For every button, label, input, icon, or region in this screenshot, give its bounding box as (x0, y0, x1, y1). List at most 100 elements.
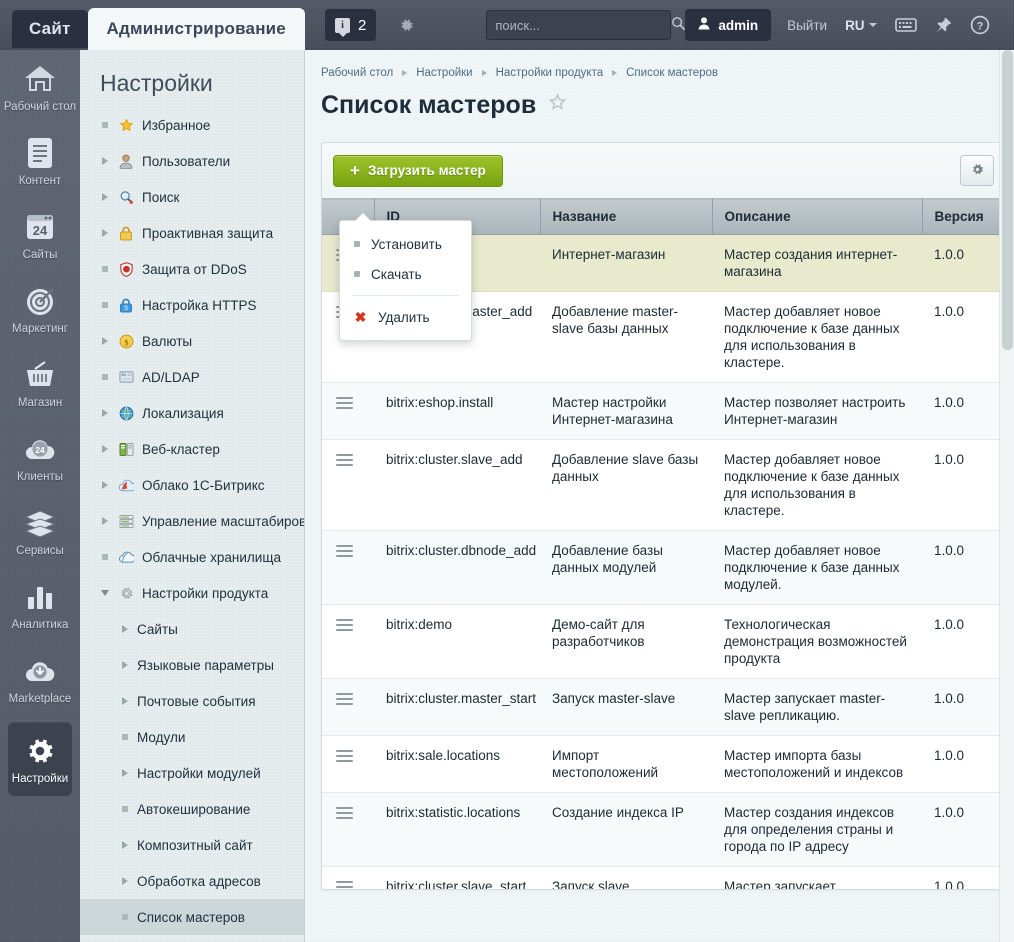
hamburger-menu-icon[interactable] (335, 542, 353, 560)
table-row[interactable]: bitrix:cluster.master_start Запуск master… (322, 678, 1005, 736)
chevron-right-icon[interactable] (100, 517, 110, 525)
hamburger-menu-icon[interactable] (335, 747, 353, 765)
keyboard-icon[interactable] (894, 17, 917, 33)
sidebar-item-18[interactable]: Настройки модулей (80, 755, 304, 791)
sidebar-item-10[interactable]: Облако 1С-Битрикс (80, 467, 304, 503)
chevron-right-icon[interactable] (100, 193, 110, 201)
hamburger-menu-icon[interactable] (335, 804, 353, 822)
sidebar-item-2[interactable]: Поиск (80, 179, 304, 215)
breadcrumb-item[interactable]: Рабочий стол (321, 67, 393, 79)
rail-item-marketing[interactable]: Маркетинг (0, 272, 80, 346)
sidebar-item-3[interactable]: Проактивная защита (80, 215, 304, 251)
page-scrollbar[interactable] (999, 50, 1014, 942)
breadcrumb-item[interactable]: Список мастеров (626, 67, 718, 79)
sidebar-item-14[interactable]: Сайты (80, 611, 304, 647)
sidebar-item-16[interactable]: Почтовые события (80, 683, 304, 719)
tab-administration[interactable]: Администрирование (87, 8, 305, 50)
hamburger-menu-icon[interactable] (335, 690, 353, 708)
table-col-name[interactable]: Название (540, 198, 713, 235)
sidebar-item-9[interactable]: Веб-кластер (80, 431, 304, 467)
sidebar-item-12[interactable]: Облачные хранилища (80, 539, 304, 575)
table-row[interactable]: bitrix:cluster.dbnode_add Добавление базы… (322, 530, 1005, 605)
chevron-right-icon[interactable] (120, 625, 130, 633)
search-input[interactable] (495, 17, 672, 33)
row-actions-cell[interactable] (322, 735, 374, 793)
row-actions-cell[interactable] (322, 604, 374, 679)
bullet-icon[interactable] (100, 302, 110, 308)
row-actions-cell[interactable] (322, 530, 374, 605)
rail-item-desktop[interactable]: Рабочий стол (0, 50, 80, 124)
row-actions-cell[interactable] (322, 792, 374, 867)
chevron-right-icon[interactable] (120, 769, 130, 777)
row-actions-cell[interactable] (322, 678, 374, 736)
context-menu-item-download[interactable]: Скачать (340, 259, 471, 289)
chevron-right-icon[interactable] (100, 337, 110, 345)
header-gear-icon[interactable] (396, 15, 416, 35)
chevron-right-icon[interactable] (120, 841, 130, 849)
hamburger-menu-icon[interactable] (335, 878, 353, 889)
chevron-right-icon[interactable] (100, 481, 110, 489)
language-selector[interactable]: RU (845, 18, 877, 33)
rail-item-content[interactable]: Контент (0, 124, 80, 198)
breadcrumb-item[interactable]: Настройки (416, 67, 472, 79)
sidebar-item-13[interactable]: Настройки продукта (80, 575, 304, 611)
tab-site[interactable]: Сайт (12, 10, 88, 48)
chevron-right-icon[interactable] (100, 157, 110, 165)
hamburger-menu-icon[interactable] (335, 616, 353, 634)
rail-item-settings[interactable]: Настройки (8, 722, 72, 796)
chevron-right-icon[interactable] (120, 877, 130, 885)
sidebar-item-4[interactable]: Защита от DDoS (80, 251, 304, 287)
table-row[interactable]: bitrix:cluster.slave_start Запуск slave Ма… (322, 866, 1005, 889)
bullet-icon[interactable] (100, 266, 110, 272)
row-actions-cell[interactable] (322, 866, 374, 889)
table-row[interactable]: bitrix:sale.locations Импорт местоположен… (322, 735, 1005, 793)
hamburger-menu-icon[interactable] (335, 394, 353, 412)
table-row[interactable]: bitrix:cluster.slave_add Добавление slave… (322, 439, 1005, 531)
sidebar-item-19[interactable]: Автокеширование (80, 791, 304, 827)
context-menu-item-delete[interactable]: ✖ Удалить (340, 302, 471, 332)
rail-item-services[interactable]: Сервисы (0, 494, 80, 568)
sidebar-item-1[interactable]: Пользователи (80, 143, 304, 179)
panel-settings-button[interactable] (960, 155, 994, 186)
star-outline-icon[interactable] (548, 93, 567, 118)
breadcrumb-item[interactable]: Настройки продукта (496, 67, 604, 79)
bullet-icon[interactable] (120, 734, 130, 740)
sidebar-item-22[interactable]: Список мастеров (80, 899, 304, 935)
chevron-down-icon[interactable] (100, 590, 110, 596)
sidebar-item-5[interactable]: S Настройка HTTPS (80, 287, 304, 323)
sidebar-item-15[interactable]: Языковые параметры (80, 647, 304, 683)
chevron-right-icon[interactable] (100, 445, 110, 453)
rail-item-sites[interactable]: 24 Сайты (0, 198, 80, 272)
sidebar-item-11[interactable]: Управление масштабирова (80, 503, 304, 539)
sidebar-item-8[interactable]: Локализация (80, 395, 304, 431)
row-actions-cell[interactable] (322, 439, 374, 531)
rail-item-shop[interactable]: Магазин (0, 346, 80, 420)
rail-item-clients[interactable]: 24 Клиенты (0, 420, 80, 494)
search-icon[interactable] (671, 16, 686, 34)
table-col-version[interactable]: Версия (922, 198, 1005, 235)
chevron-right-icon[interactable] (100, 229, 110, 237)
chevron-right-icon[interactable] (120, 697, 130, 705)
chevron-right-icon[interactable] (120, 661, 130, 669)
logout-link[interactable]: Выйти (787, 18, 827, 33)
chevron-right-icon[interactable] (100, 409, 110, 417)
bullet-icon[interactable] (100, 122, 110, 128)
sidebar-item-6[interactable]: $ Валюты (80, 323, 304, 359)
bullet-icon[interactable] (100, 374, 110, 380)
notifications-button[interactable]: i 2 (324, 9, 377, 41)
upload-wizard-button[interactable]: + Загрузить мастер (333, 154, 503, 187)
scrollbar-thumb[interactable] (1002, 50, 1013, 350)
context-menu-item-install[interactable]: Установить (340, 229, 471, 259)
sidebar-item-7[interactable]: AD/LDAP (80, 359, 304, 395)
table-row[interactable]: bitrix:eshop.install Мастер настройки Инт… (322, 382, 1005, 440)
bullet-icon[interactable] (120, 806, 130, 812)
pin-icon[interactable] (935, 16, 952, 34)
user-menu-button[interactable]: admin (685, 9, 772, 41)
hamburger-menu-icon[interactable] (335, 451, 353, 469)
bullet-icon[interactable] (120, 914, 130, 920)
sidebar-item-17[interactable]: Модули (80, 719, 304, 755)
sidebar-item-20[interactable]: Композитный сайт (80, 827, 304, 863)
sidebar-item-0[interactable]: Избранное (80, 107, 304, 143)
table-row[interactable]: bitrix:demo Демо-сайт для разработчиков Те… (322, 604, 1005, 679)
rail-item-marketplace[interactable]: Marketplace (0, 642, 80, 716)
